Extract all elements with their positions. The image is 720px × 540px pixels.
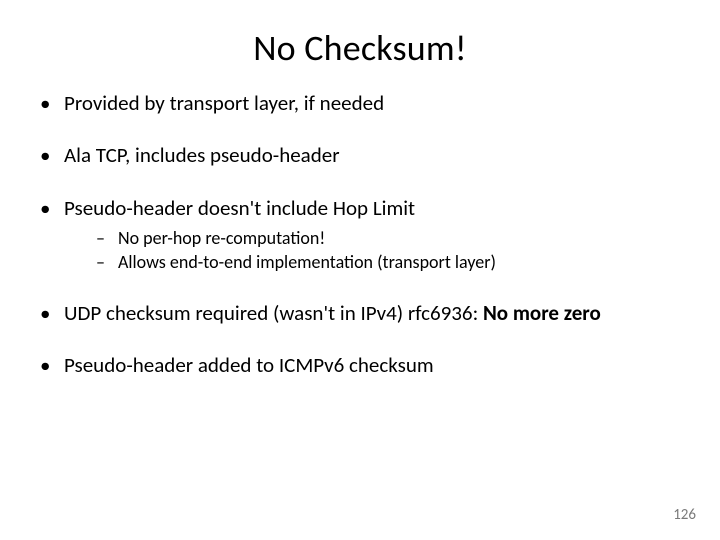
bullet-item: Ala TCP, includes pseudo-header xyxy=(30,142,690,168)
bullet-item: UDP checksum required (wasn't in IPv4) r… xyxy=(30,300,690,326)
bullet-text: UDP checksum required (wasn't in IPv4) r… xyxy=(64,300,483,326)
sub-bullet-text: Allows end-to-end implementation (transp… xyxy=(118,251,496,273)
bullet-list: Provided by transport layer, if needed A… xyxy=(30,90,690,378)
bullet-item: Pseudo-header added to ICMPv6 checksum xyxy=(30,352,690,378)
bullet-text: Pseudo-header added to ICMPv6 checksum xyxy=(64,352,434,378)
sub-bullet-list: No per-hop re-computation! Allows end-to… xyxy=(64,227,690,274)
bullet-item: Pseudo-header doesn't include Hop Limit … xyxy=(30,195,690,274)
bullet-item: Provided by transport layer, if needed xyxy=(30,90,690,116)
bullet-text: Provided by transport layer, if needed xyxy=(64,90,384,116)
sub-bullet-item: Allows end-to-end implementation (transp… xyxy=(64,251,690,274)
sub-bullet-text: No per-hop re-computation! xyxy=(118,227,325,249)
bullet-text: Pseudo-header doesn't include Hop Limit xyxy=(64,195,415,221)
bullet-text-bold: No more zero xyxy=(483,300,601,326)
slide-title: No Checksum! xyxy=(0,0,720,80)
slide-body: Provided by transport layer, if needed A… xyxy=(0,80,720,378)
sub-bullet-item: No per-hop re-computation! xyxy=(64,227,690,250)
page-number: 126 xyxy=(673,506,696,524)
slide: No Checksum! Provided by transport layer… xyxy=(0,0,720,540)
bullet-text: Ala TCP, includes pseudo-header xyxy=(64,142,340,168)
